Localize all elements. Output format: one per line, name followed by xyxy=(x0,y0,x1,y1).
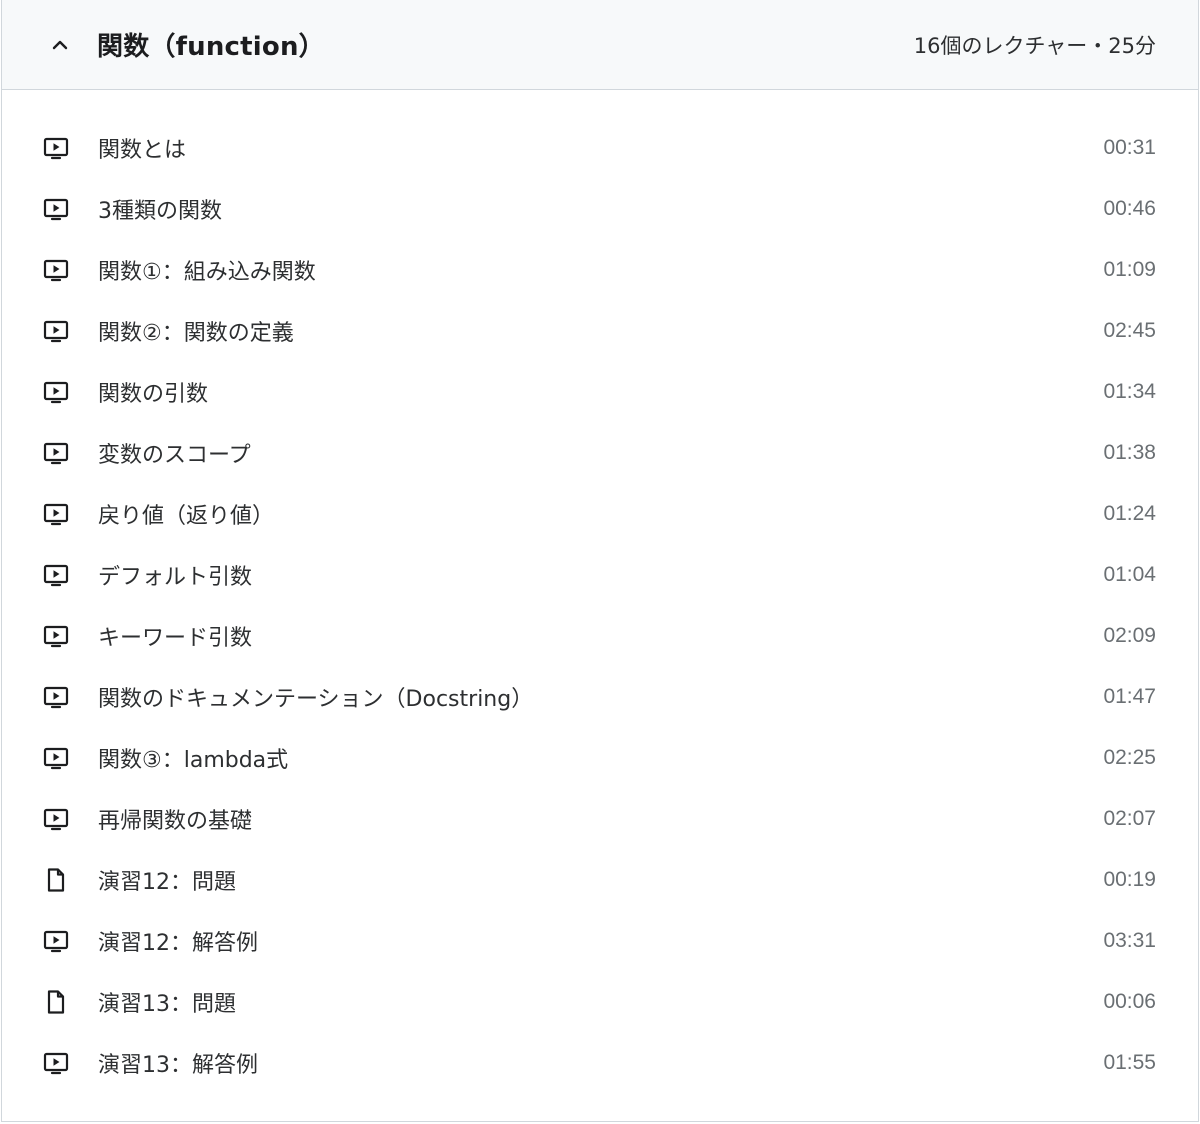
lecture-duration: 01:47 xyxy=(1103,684,1156,708)
lecture-item[interactable]: 再帰関数の基礎 02:07 xyxy=(2,788,1198,849)
video-icon xyxy=(42,1049,70,1077)
lecture-duration: 00:19 xyxy=(1103,867,1156,891)
video-icon xyxy=(42,134,70,162)
curriculum-section: 関数（function） 16個のレクチャー・25分 関数とは 00:31 3種類… xyxy=(1,0,1199,1122)
lecture-title[interactable]: 関数②：関数の定義 xyxy=(98,315,1103,347)
lecture-title[interactable]: 演習12：解答例 xyxy=(98,925,1103,957)
lecture-duration: 03:31 xyxy=(1103,928,1156,952)
video-icon xyxy=(42,622,70,650)
lecture-item[interactable]: キーワード引数 02:09 xyxy=(2,605,1198,666)
video-icon xyxy=(42,805,70,833)
lecture-title[interactable]: 3種類の関数 xyxy=(98,193,1103,225)
video-icon xyxy=(42,317,70,345)
lecture-duration: 01:09 xyxy=(1103,257,1156,281)
video-icon xyxy=(42,439,70,467)
lecture-duration: 02:45 xyxy=(1103,318,1156,342)
video-icon xyxy=(42,927,70,955)
video-icon xyxy=(42,195,70,223)
lecture-duration: 02:07 xyxy=(1103,806,1156,830)
lecture-item[interactable]: 関数のドキュメンテーション（Docstring） 01:47 xyxy=(2,666,1198,727)
lecture-item[interactable]: 演習12：解答例 03:31 xyxy=(2,910,1198,971)
lecture-title[interactable]: 変数のスコープ xyxy=(98,437,1103,469)
lecture-title[interactable]: 関数の引数 xyxy=(98,376,1103,408)
lecture-title[interactable]: 関数①：組み込み関数 xyxy=(98,254,1103,286)
lecture-duration: 02:09 xyxy=(1103,623,1156,647)
lecture-duration: 01:24 xyxy=(1103,501,1156,525)
lecture-duration: 01:55 xyxy=(1103,1050,1156,1074)
lecture-item[interactable]: 3種類の関数 00:46 xyxy=(2,178,1198,239)
lecture-duration: 01:34 xyxy=(1103,379,1156,403)
lecture-item[interactable]: デフォルト引数 01:04 xyxy=(2,544,1198,605)
lecture-item[interactable]: 変数のスコープ 01:38 xyxy=(2,422,1198,483)
lecture-item[interactable]: 演習13：問題 00:06 xyxy=(2,971,1198,1032)
lecture-title[interactable]: キーワード引数 xyxy=(98,620,1103,652)
section-meta: 16個のレクチャー・25分 xyxy=(913,33,1156,58)
lecture-item[interactable]: 関数②：関数の定義 02:45 xyxy=(2,300,1198,361)
lecture-list: 関数とは 00:31 3種類の関数 00:46 関数①：組み込み関数 01:09 関数… xyxy=(2,90,1198,1093)
lecture-item[interactable]: 演習12：問題 00:19 xyxy=(2,849,1198,910)
lecture-title[interactable]: 関数③：lambda式 xyxy=(98,742,1103,774)
lecture-item[interactable]: 関数の引数 01:34 xyxy=(2,361,1198,422)
lecture-duration: 00:31 xyxy=(1103,135,1156,159)
lecture-title[interactable]: 関数のドキュメンテーション（Docstring） xyxy=(98,681,1103,713)
lecture-item[interactable]: 関数①：組み込み関数 01:09 xyxy=(2,239,1198,300)
lecture-item[interactable]: 関数③：lambda式 02:25 xyxy=(2,727,1198,788)
video-icon xyxy=(42,378,70,406)
video-icon xyxy=(42,561,70,589)
lecture-duration: 01:38 xyxy=(1103,440,1156,464)
section-title: 関数（function） xyxy=(97,32,325,62)
lecture-duration: 00:06 xyxy=(1103,989,1156,1013)
video-icon xyxy=(42,256,70,284)
video-icon xyxy=(42,744,70,772)
lecture-item[interactable]: 演習13：解答例 01:55 xyxy=(2,1032,1198,1093)
lecture-title[interactable]: 演習13：問題 xyxy=(98,986,1103,1018)
lecture-title[interactable]: 関数とは xyxy=(98,132,1103,164)
file-icon xyxy=(42,988,70,1016)
lecture-item[interactable]: 関数とは 00:31 xyxy=(2,117,1198,178)
file-icon xyxy=(42,866,70,894)
lecture-title[interactable]: 演習13：解答例 xyxy=(98,1047,1103,1079)
lecture-title[interactable]: デフォルト引数 xyxy=(98,559,1103,591)
chevron-up-icon[interactable] xyxy=(50,35,70,55)
section-header[interactable]: 関数（function） 16個のレクチャー・25分 xyxy=(2,0,1198,90)
lecture-item[interactable]: 戻り値（返り値） 01:24 xyxy=(2,483,1198,544)
lecture-duration: 00:46 xyxy=(1103,196,1156,220)
lecture-duration: 02:25 xyxy=(1103,745,1156,769)
video-icon xyxy=(42,683,70,711)
lecture-title[interactable]: 再帰関数の基礎 xyxy=(98,803,1103,835)
lecture-title[interactable]: 戻り値（返り値） xyxy=(98,498,1103,530)
lecture-title[interactable]: 演習12：問題 xyxy=(98,864,1103,896)
video-icon xyxy=(42,500,70,528)
lecture-duration: 01:04 xyxy=(1103,562,1156,586)
